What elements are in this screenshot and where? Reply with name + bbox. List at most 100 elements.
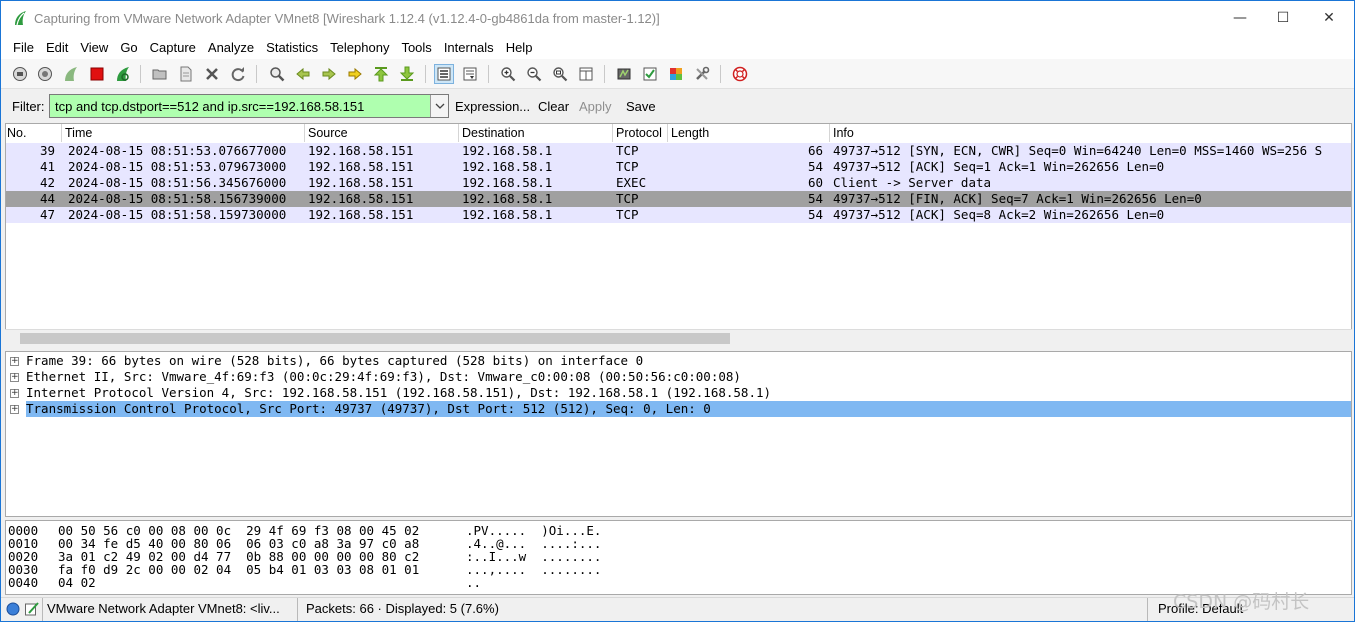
packet-cell-proto: TCP: [616, 159, 639, 174]
auto-scroll-icon[interactable]: [460, 64, 480, 84]
capture-filters-icon[interactable]: [614, 64, 634, 84]
hex-hex: 04 02: [58, 575, 96, 590]
packet-list-horizontal-scrollbar[interactable]: [5, 329, 1352, 346]
packet-row[interactable]: 42 2024-08-15 08:51:56.345676000 192.168.5…: [6, 175, 1351, 191]
clear-filter-button[interactable]: Clear: [538, 99, 569, 114]
expand-icon[interactable]: +: [10, 405, 19, 414]
window-title: Capturing from VMware Network Adapter VM…: [34, 11, 660, 26]
colorize-icon[interactable]: [434, 64, 454, 84]
close-file-icon[interactable]: [202, 64, 222, 84]
packet-cell-proto: TCP: [616, 143, 639, 158]
detail-tree-label: Internet Protocol Version 4, Src: 192.16…: [26, 385, 772, 400]
expand-icon[interactable]: +: [10, 389, 19, 398]
packet-bytes-pane[interactable]: 0000 00 50 56 c0 00 08 00 0c 29 4f 69 f3 …: [5, 520, 1352, 595]
expert-info-icon[interactable]: [6, 602, 20, 616]
apply-filter-button[interactable]: Apply: [579, 99, 612, 114]
packet-cell-time: 2024-08-15 08:51:56.345676000: [68, 175, 287, 190]
capture-comment-icon[interactable]: [24, 601, 40, 617]
detail-tree-item[interactable]: + Ethernet II, Src: Vmware_4f:69:f3 (00:0…: [6, 369, 1351, 385]
menu-internals[interactable]: Internals: [438, 40, 500, 55]
menu-go[interactable]: Go: [114, 40, 143, 55]
packet-row[interactable]: 41 2024-08-15 08:51:53.079673000 192.168.5…: [6, 159, 1351, 175]
open-file-icon[interactable]: [150, 64, 170, 84]
resize-columns-icon[interactable]: [576, 64, 596, 84]
column-header-time[interactable]: Time: [65, 126, 92, 140]
menu-analyze[interactable]: Analyze: [202, 40, 260, 55]
capture-options-icon[interactable]: [35, 64, 55, 84]
zoom-out-icon[interactable]: [524, 64, 544, 84]
go-first-icon[interactable]: [371, 64, 391, 84]
hex-ascii: ...,.... ........: [466, 562, 602, 577]
packet-row[interactable]: 44 2024-08-15 08:51:58.156739000 192.168.5…: [6, 191, 1351, 207]
reload-icon[interactable]: [228, 64, 248, 84]
start-capture-icon[interactable]: [61, 64, 81, 84]
minimize-button[interactable]: —: [1217, 1, 1263, 35]
packet-cell-info: 49737→512 [ACK] Seq=1 Ack=1 Win=262656 L…: [833, 159, 1165, 174]
packet-cell-proto: TCP: [616, 191, 639, 206]
column-header-info[interactable]: Info: [833, 126, 854, 140]
packet-row[interactable]: 47 2024-08-15 08:51:58.159730000 192.168.5…: [6, 207, 1351, 223]
stop-capture-icon[interactable]: [87, 64, 107, 84]
preferences-icon[interactable]: [692, 64, 712, 84]
expression-button[interactable]: Expression...: [455, 99, 530, 114]
maximize-button[interactable]: ☐: [1260, 1, 1306, 35]
close-window-button[interactable]: ✕: [1306, 1, 1352, 35]
restart-capture-icon[interactable]: [113, 64, 133, 84]
packet-row[interactable]: 39 2024-08-15 08:51:53.076677000 192.168.5…: [6, 143, 1351, 159]
zoom-in-icon[interactable]: [498, 64, 518, 84]
detail-tree-item[interactable]: + Internet Protocol Version 4, Src: 192.1…: [6, 385, 1351, 401]
scrollbar-thumb[interactable]: [20, 333, 730, 344]
packet-cell-dst: 192.168.58.1: [462, 175, 553, 190]
menu-tools[interactable]: Tools: [395, 40, 437, 55]
interface-list-icon[interactable]: [10, 64, 30, 84]
status-icons: [1, 598, 43, 621]
packet-details-pane[interactable]: + Frame 39: 66 bytes on wire (528 bits), …: [5, 351, 1352, 517]
menu-statistics[interactable]: Statistics: [260, 40, 324, 55]
column-header-destination[interactable]: Destination: [462, 126, 525, 140]
menu-help[interactable]: Help: [500, 40, 539, 55]
menu-capture[interactable]: Capture: [144, 40, 202, 55]
column-header-protocol[interactable]: Protocol: [616, 126, 662, 140]
packet-cell-info: 49737→512 [ACK] Seq=8 Ack=2 Win=262656 L…: [833, 207, 1165, 222]
chevron-down-icon[interactable]: [430, 95, 448, 117]
hex-row[interactable]: 0040 04 02..: [6, 576, 1351, 589]
packet-cell-proto: EXEC: [616, 175, 647, 190]
detail-tree-label: Frame 39: 66 bytes on wire (528 bits), 6…: [26, 353, 644, 368]
menu-edit[interactable]: Edit: [40, 40, 74, 55]
go-to-packet-icon[interactable]: [345, 64, 365, 84]
go-forward-icon[interactable]: [319, 64, 339, 84]
expand-icon[interactable]: +: [10, 373, 19, 382]
packet-cell-src: 192.168.58.151: [308, 207, 414, 222]
expand-icon[interactable]: +: [10, 357, 19, 366]
packet-cell-src: 192.168.58.151: [308, 191, 414, 206]
save-file-icon[interactable]: [176, 64, 196, 84]
menu-telephony[interactable]: Telephony: [324, 40, 395, 55]
status-packets: Packets: 66 · Displayed: 5 (7.6%): [298, 598, 1148, 621]
wireshark-logo-icon: [15, 11, 26, 26]
packet-cell-dst: 192.168.58.1: [462, 207, 553, 222]
zoom-normal-icon[interactable]: [550, 64, 570, 84]
menu-file[interactable]: File: [7, 40, 40, 55]
wireshark-window: Capturing from VMware Network Adapter VM…: [0, 0, 1355, 622]
display-filter-input[interactable]: [50, 95, 430, 117]
help-icon[interactable]: [730, 64, 750, 84]
detail-tree-item[interactable]: + Transmission Control Protocol, Src Port…: [6, 401, 1351, 417]
go-back-icon[interactable]: [293, 64, 313, 84]
column-header-length[interactable]: Length: [671, 126, 709, 140]
menu-view[interactable]: View: [74, 40, 114, 55]
find-packet-icon[interactable]: [267, 64, 287, 84]
packet-cell-time: 2024-08-15 08:51:53.076677000: [68, 143, 287, 158]
detail-tree-item[interactable]: + Frame 39: 66 bytes on wire (528 bits), …: [6, 353, 1351, 369]
display-filters-icon[interactable]: [640, 64, 660, 84]
packet-cell-len: 54: [807, 191, 823, 206]
column-header-source[interactable]: Source: [308, 126, 348, 140]
packet-list-pane[interactable]: No. Time Source Destination Protocol Len…: [5, 123, 1352, 346]
packet-cell-info: 49737→512 [FIN, ACK] Seq=7 Ack=1 Win=262…: [833, 191, 1202, 206]
go-last-icon[interactable]: [397, 64, 417, 84]
column-header-no[interactable]: No.: [7, 126, 26, 140]
hex-row[interactable]: 0030 fa f0 d9 2c 00 00 02 04 05 b4 01 03 …: [6, 563, 1351, 576]
save-filter-button[interactable]: Save: [626, 99, 656, 114]
packet-cell-dst: 192.168.58.1: [462, 143, 553, 158]
title-bar: Capturing from VMware Network Adapter VM…: [1, 1, 1354, 35]
coloring-rules-icon[interactable]: [666, 64, 686, 84]
